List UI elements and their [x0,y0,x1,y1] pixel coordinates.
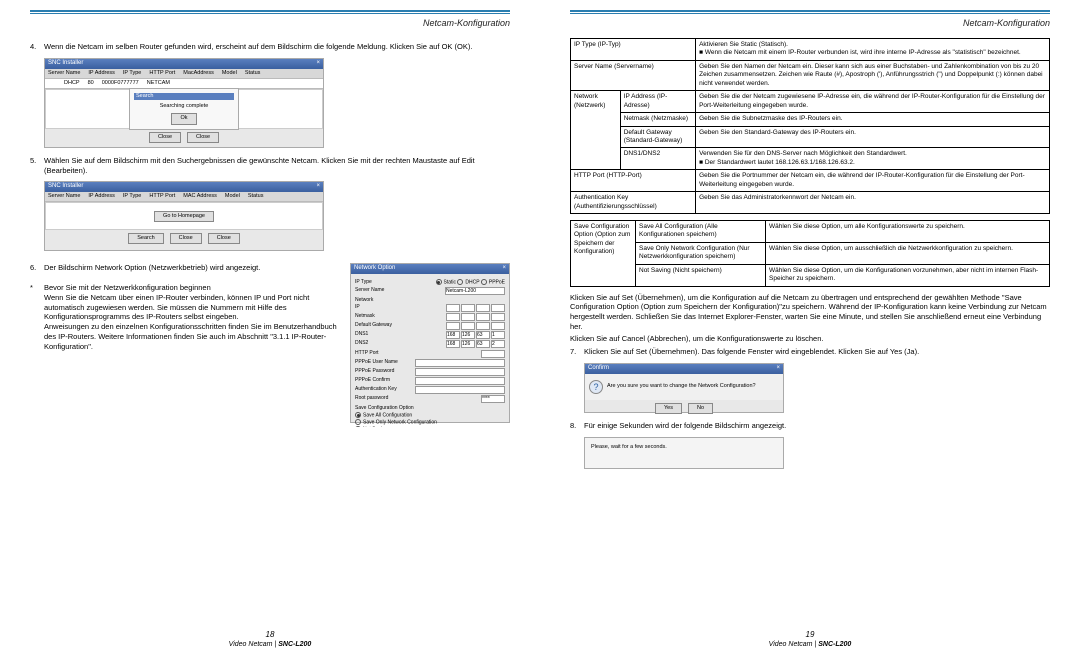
page-right: Netcam-Konfiguration IP Type (IP-Typ) Ak… [540,0,1080,656]
config-table-2: Save Configuration Option (Option zum Sp… [570,220,1050,287]
content-right: IP Type (IP-Typ) Aktivieren Sie Static (… [570,38,1050,630]
yes-button[interactable]: Yes [655,403,682,414]
page-footer: 18 Video Netcam | SNC-L200 [30,630,510,648]
screenshot-confirm: Confirm× ? Are you sure you want to chan… [584,363,784,413]
close-icon: × [776,365,780,373]
page-left: Netcam-Konfiguration 4. Wenn die Netcam … [0,0,540,656]
screenshot-edit: SNC Installer× Server NameIP Address IP … [44,181,324,251]
step-4: 4. Wenn die Netcam im selben Router gefu… [30,42,510,52]
step-7: 7. Klicken Sie auf Set (Übernehmen). Das… [570,347,1050,357]
para-cancel: Klicken Sie auf Cancel (Abbrechen), um d… [570,334,1050,344]
step-6: 6. Der Bildschirm Network Option (Netzwe… [30,263,344,273]
page-footer: 19 Video Netcam | SNC-L200 [570,630,1050,648]
para-set: Klicken Sie auf Set (Übernehmen), um die… [570,293,1050,332]
config-table-1: IP Type (IP-Typ) Aktivieren Sie Static (… [570,38,1050,214]
close-icon: × [316,183,320,191]
top-rule [570,10,1050,14]
section-title: Netcam-Konfiguration [570,18,1050,28]
content-left: 4. Wenn die Netcam im selben Router gefu… [30,38,510,630]
step-8: 8. Für einige Sekunden wird der folgende… [570,421,1050,431]
note: * Bevor Sie mit der Netzwerkkonfiguratio… [30,283,344,351]
screenshot-wait: Please, wait for a few seconds. [584,437,784,469]
step-5: 5. Wählen Sie auf dem Bildschirm mit den… [30,156,510,176]
section-title: Netcam-Konfiguration [30,18,510,28]
screenshot-search: SNC Installer× Server NameIP Address IP … [44,58,324,148]
question-icon: ? [589,380,603,394]
context-menu-item[interactable]: Go to Homepage [154,211,214,222]
ok-button[interactable]: Ok [171,113,196,124]
close-icon: × [316,60,320,68]
top-rule [30,10,510,14]
screenshot-network-option: Network Option× IP Type Static DHCP PPPo… [350,263,510,423]
no-button[interactable]: No [688,403,713,414]
